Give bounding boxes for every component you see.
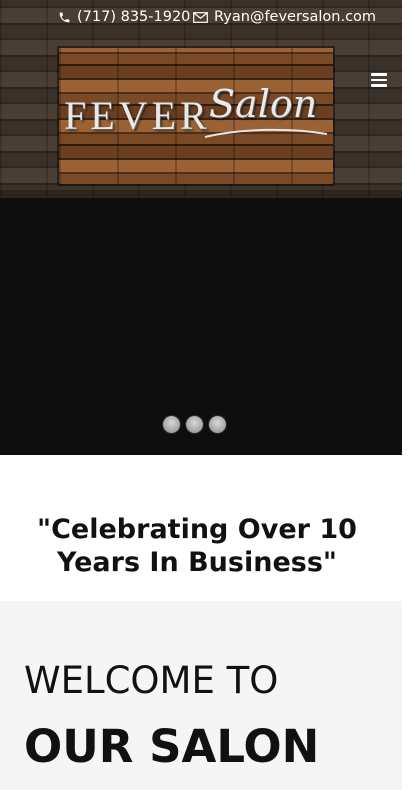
slider-dot-1[interactable]: [163, 416, 180, 433]
phone-number: (717) 835-1920: [77, 9, 191, 25]
celebrate-section: "Celebrating Over 10 Years In Business": [0, 455, 402, 601]
hamburger-menu-icon[interactable]: [368, 70, 390, 90]
welcome-heading-line-2: OUR SALON: [24, 720, 320, 773]
phone-icon: [59, 12, 70, 22]
email-link[interactable]: Ryan@feversalon.com: [193, 6, 376, 28]
celebrate-headline: "Celebrating Over 10 Years In Business": [37, 514, 357, 578]
slider-dot-3[interactable]: [209, 416, 226, 433]
slider-dot-2[interactable]: [186, 416, 203, 433]
envelope-icon: [193, 11, 208, 23]
phone-link[interactable]: (717) 835-1920: [58, 6, 190, 28]
email-address: Ryan@feversalon.com: [214, 9, 377, 25]
welcome-section: WELCOME TO OUR SALON: [0, 601, 402, 790]
page: (717) 835-1920 Ryan@feversalon.com FEVER…: [0, 0, 412, 790]
contact-bar: (717) 835-1920 Ryan@feversalon.com: [0, 6, 402, 28]
slider-pagination: [163, 416, 232, 433]
welcome-heading-line-1: WELCOME TO: [24, 659, 279, 702]
scrollbar-gutter: [402, 0, 412, 790]
hero-slider: [0, 198, 402, 455]
site-header: (717) 835-1920 Ryan@feversalon.com FEVER…: [0, 0, 402, 198]
logo-word-fever: FEVER: [64, 93, 211, 138]
site-logo[interactable]: FEVER Salon: [59, 48, 333, 184]
logo-word-salon: Salon: [209, 82, 318, 126]
logo-swoosh-icon: [204, 128, 328, 138]
